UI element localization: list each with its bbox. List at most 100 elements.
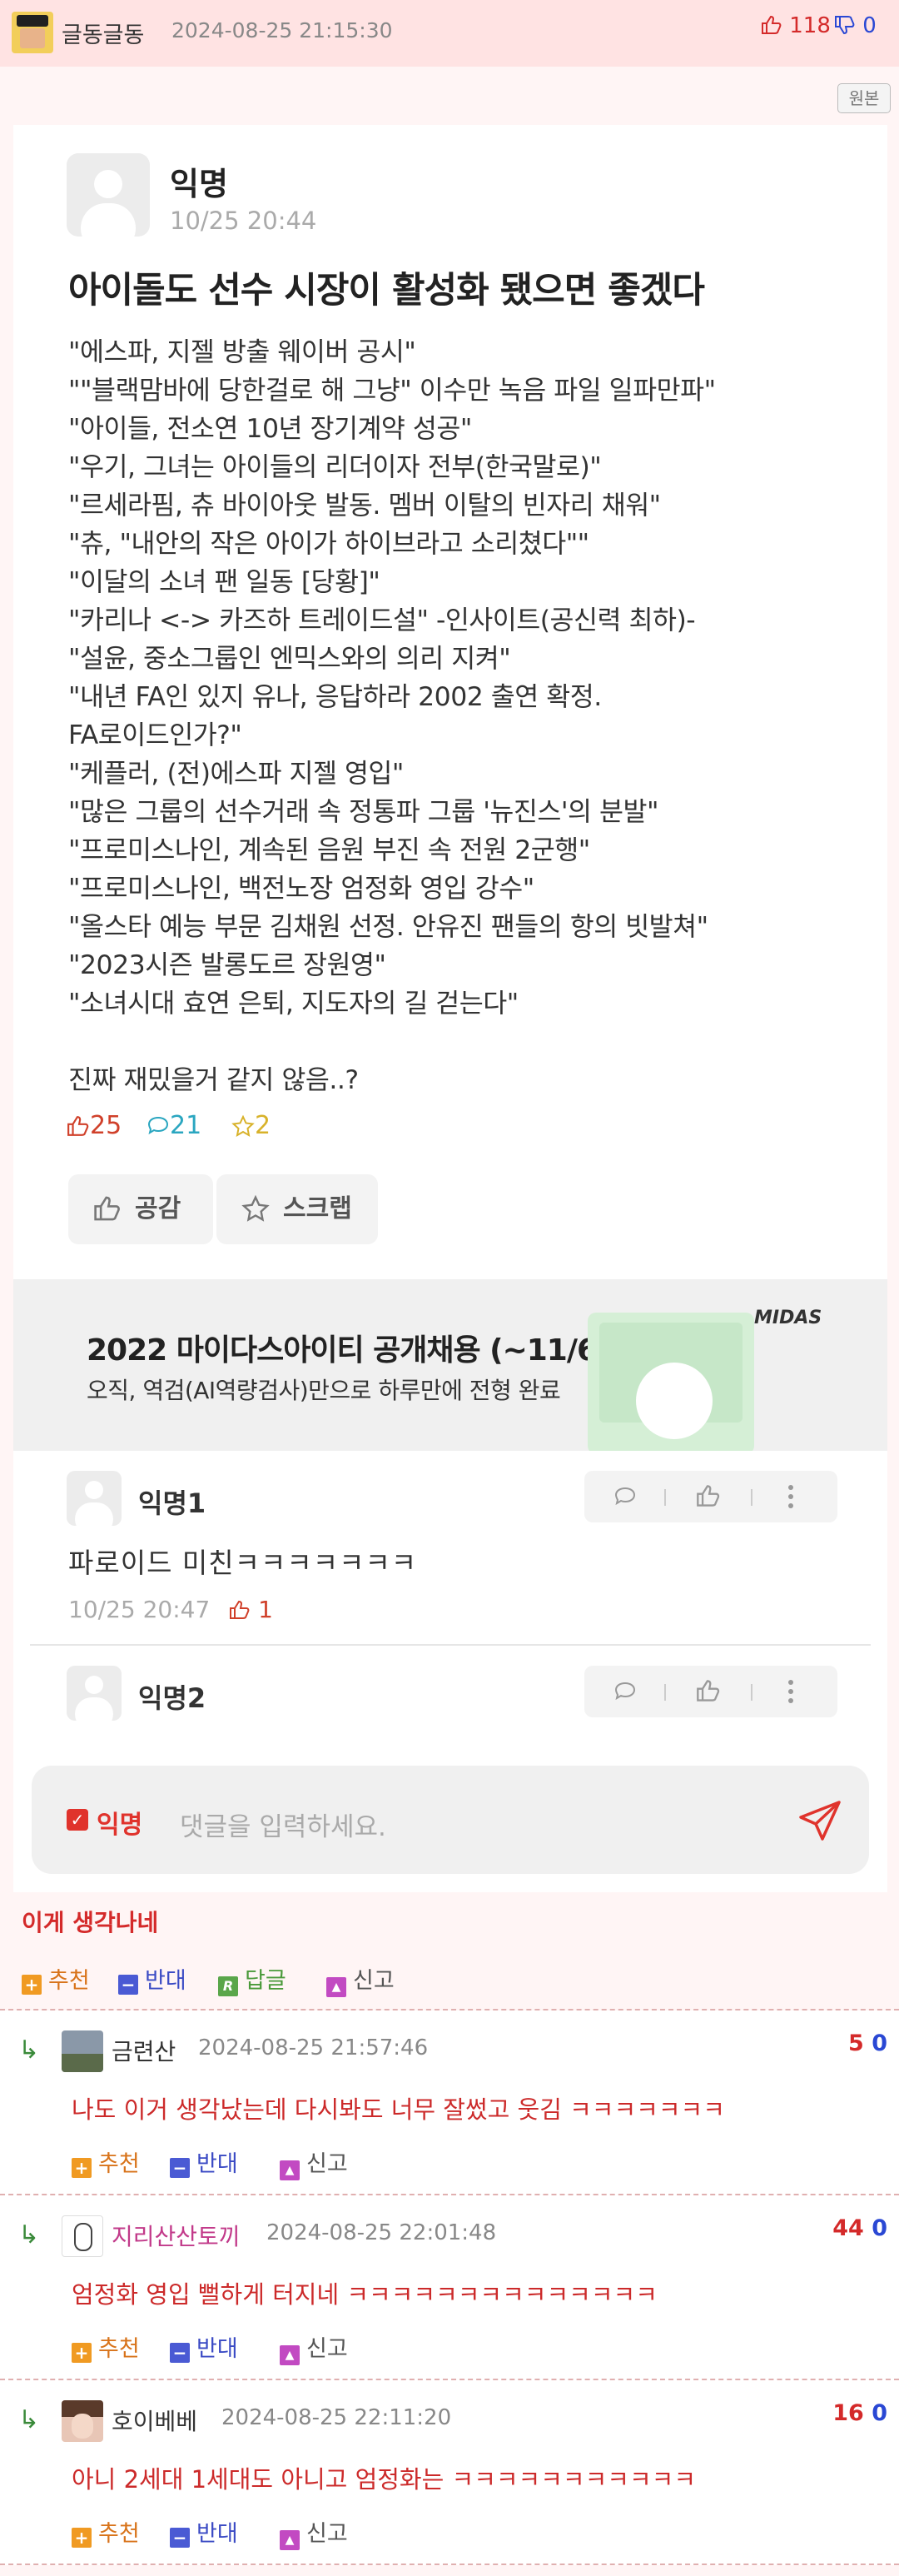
report-button[interactable]: ▲ 신고 bbox=[280, 2515, 348, 2550]
anonymous-label[interactable]: 익명 bbox=[97, 1804, 142, 1841]
comment-avatar bbox=[67, 1471, 122, 1526]
oppose-button[interactable]: − 반대 bbox=[170, 2515, 238, 2548]
comment-meta: 10/25 20:47 1 bbox=[68, 1596, 273, 1623]
scrap-button[interactable]: 스크랩 bbox=[216, 1174, 378, 1244]
plus-icon: + bbox=[22, 1975, 42, 1995]
like-button[interactable]: 공감 bbox=[68, 1174, 213, 1244]
minus-icon: − bbox=[170, 2528, 190, 2548]
reply-divider bbox=[0, 2564, 899, 2565]
reply-up: 44 bbox=[832, 2215, 864, 2241]
body-line: "츄, "내안의 작은 아이가 하이브라고 소리쳤다"" bbox=[68, 529, 589, 559]
star-icon bbox=[241, 1194, 270, 1222]
report-button[interactable]: ▲ 신고 bbox=[280, 2145, 348, 2180]
report-siren-icon: ▲ bbox=[280, 2345, 300, 2365]
thumbs-up-icon[interactable] bbox=[696, 1679, 721, 1702]
body-line: FA로이드인가?" bbox=[68, 720, 242, 750]
original-button[interactable]: 원본 bbox=[837, 83, 891, 113]
ad-subline: 오직, 역검(AI역량검사)만으로 하루만에 전형 완료 bbox=[87, 1377, 561, 1404]
upvote-number: 118 bbox=[789, 13, 831, 38]
minus-icon: − bbox=[118, 1975, 138, 1995]
reply-arrow-icon: ↳ bbox=[18, 2035, 40, 2065]
ad-logo: MIDAS bbox=[754, 1308, 822, 1328]
ad-illustration bbox=[588, 1313, 754, 1451]
post-body: "에스파, 지젤 방출 웨이버 공시" ""블랙맘바에 당한걸로 해 그냥" 이… bbox=[68, 333, 859, 1099]
reply-bubble-icon[interactable] bbox=[613, 1486, 638, 1507]
thumbs-up-icon[interactable] bbox=[696, 1484, 721, 1507]
oppose-label: 반대 bbox=[196, 2521, 238, 2547]
reply-datetime: 2024-08-25 22:11:20 bbox=[221, 2405, 452, 2430]
reply-button[interactable]: R 답글 bbox=[218, 1962, 286, 1996]
ad-headline: 2022 마이다스아이티 공개채용 (~11/6) bbox=[87, 1333, 610, 1368]
thumbs-up-icon bbox=[67, 1116, 89, 1136]
report-label: 신고 bbox=[306, 2336, 348, 2362]
reply-label: 답글 bbox=[245, 1968, 286, 1994]
body-line: "이달의 소녀 팬 일동 [당황]" bbox=[68, 567, 380, 597]
reply-datetime: 2024-08-25 22:01:48 bbox=[266, 2220, 497, 2245]
oppose-button[interactable]: − 반대 bbox=[170, 2145, 238, 2178]
body-line: "소녀시대 효연 은퇴, 지도자의 길 걷는다" bbox=[68, 989, 519, 1019]
reply-author[interactable]: 지리산산토끼 bbox=[112, 2219, 241, 2252]
reply-avatar[interactable] bbox=[62, 2400, 103, 2442]
reply-author[interactable]: 호이베베 bbox=[112, 2404, 197, 2437]
body-line: "르세라핌, 츄 바이아웃 발동. 멤버 이탈의 빈자리 채워" bbox=[68, 491, 661, 521]
like-stat: 25 bbox=[67, 1111, 122, 1140]
recommend-label: 추천 bbox=[98, 2336, 140, 2362]
recommend-button[interactable]: + 추천 bbox=[72, 2515, 140, 2548]
comment-input-bar: ✓ 익명 댓글을 입력하세요. bbox=[32, 1766, 869, 1874]
recommend-label: 추천 bbox=[98, 2151, 140, 2177]
reply-bubble-icon[interactable] bbox=[613, 1681, 638, 1702]
minus-icon: − bbox=[170, 2158, 190, 2178]
downvote-count[interactable]: 0 bbox=[834, 13, 877, 38]
recommend-button[interactable]: + 추천 bbox=[72, 2145, 140, 2178]
comment-author: 익명2 bbox=[138, 1682, 206, 1714]
ad-banner[interactable]: 2022 마이다스아이티 공개채용 (~11/6) 오직, 역검(AI역량검사)… bbox=[13, 1279, 887, 1451]
upvote-count[interactable]: 118 bbox=[761, 13, 831, 38]
reply-arrow-icon: ↳ bbox=[18, 2405, 40, 2434]
reply-author[interactable]: 금련산 bbox=[112, 2034, 176, 2067]
recommend-button[interactable]: + 추천 bbox=[72, 2330, 140, 2363]
more-options-icon[interactable] bbox=[787, 1484, 794, 1509]
recommend-button[interactable]: + 추천 bbox=[22, 1962, 90, 1995]
like-count: 25 bbox=[90, 1111, 122, 1140]
body-line: "케플러, (전)에스파 지젤 영입" bbox=[68, 759, 404, 789]
body-line: 진짜 재밌을거 같지 않음..? bbox=[68, 1065, 359, 1095]
post-title: 아이돌도 선수 시장이 활성화 됐으면 좋겠다 bbox=[68, 270, 705, 311]
comment-count: 21 bbox=[170, 1111, 202, 1140]
plus-icon: + bbox=[72, 2343, 92, 2363]
reply-item: ↳ 금련산 2024-08-25 21:57:46 5 0 나도 이거 생각났는… bbox=[0, 2010, 899, 2195]
more-options-icon[interactable] bbox=[787, 1679, 794, 1704]
comment-input[interactable]: 댓글을 입력하세요. bbox=[180, 1806, 386, 1843]
report-label: 신고 bbox=[353, 1968, 395, 1994]
oppose-button[interactable]: − 반대 bbox=[170, 2330, 238, 2363]
reply-avatar[interactable] bbox=[62, 2030, 103, 2072]
body-line: "올스타 예능 부문 김채원 선정. 안유진 팬들의 항의 빗발쳐" bbox=[68, 912, 708, 942]
thumbs-down-icon bbox=[835, 16, 855, 35]
reply-votes: 44 0 bbox=[832, 2215, 887, 2241]
anonymous-checkbox[interactable]: ✓ bbox=[67, 1809, 88, 1831]
body-line: "2023시즌 발롱도르 장원영" bbox=[68, 950, 386, 980]
reply-datetime: 2024-08-25 21:57:46 bbox=[198, 2035, 429, 2060]
comment-text: 파로이드 미친ㅋㅋㅋㅋㅋㅋㅋ bbox=[68, 1547, 418, 1579]
reply-text: 나도 이거 생각났는데 다시봐도 너무 잘썼고 웃김 ㅋㅋㅋㅋㅋㅋㅋ bbox=[72, 2095, 725, 2124]
recommend-label: 추천 bbox=[48, 1968, 90, 1994]
report-siren-icon: ▲ bbox=[280, 2530, 300, 2550]
recommend-label: 추천 bbox=[98, 2521, 140, 2547]
author-avatar[interactable] bbox=[12, 12, 53, 53]
author-nickname[interactable]: 글동글동 bbox=[62, 17, 144, 49]
body-line: "프로미스나인, 백전노장 엄정화 영입 강수" bbox=[68, 874, 534, 904]
send-icon[interactable] bbox=[797, 1797, 844, 1844]
oppose-button[interactable]: − 반대 bbox=[118, 1962, 186, 1995]
thumbs-up-icon bbox=[230, 1600, 250, 1619]
like-button-label: 공감 bbox=[135, 1194, 181, 1223]
comment-like: 1 bbox=[229, 1596, 273, 1623]
body-line: "많은 그룹의 선수거래 속 정통파 그룹 '뉴진스'의 분발" bbox=[68, 797, 658, 827]
report-button[interactable]: ▲ 신고 bbox=[326, 1962, 395, 1997]
speech-bubble-icon bbox=[147, 1116, 169, 1135]
body-line: "에스파, 지젤 방출 웨이버 공시" bbox=[68, 337, 416, 367]
body-line: "내년 FA인 있지 유나, 응답하라 2002 출연 확정. bbox=[68, 682, 602, 712]
body-line: "카리나 <-> 카즈하 트레이드설" -인사이트(공신력 최하)- bbox=[68, 605, 696, 635]
comment-divider bbox=[30, 1644, 871, 1646]
report-button[interactable]: ▲ 신고 bbox=[280, 2330, 348, 2365]
reply-avatar[interactable] bbox=[62, 2215, 103, 2257]
reply-votes: 5 0 bbox=[848, 2030, 887, 2056]
